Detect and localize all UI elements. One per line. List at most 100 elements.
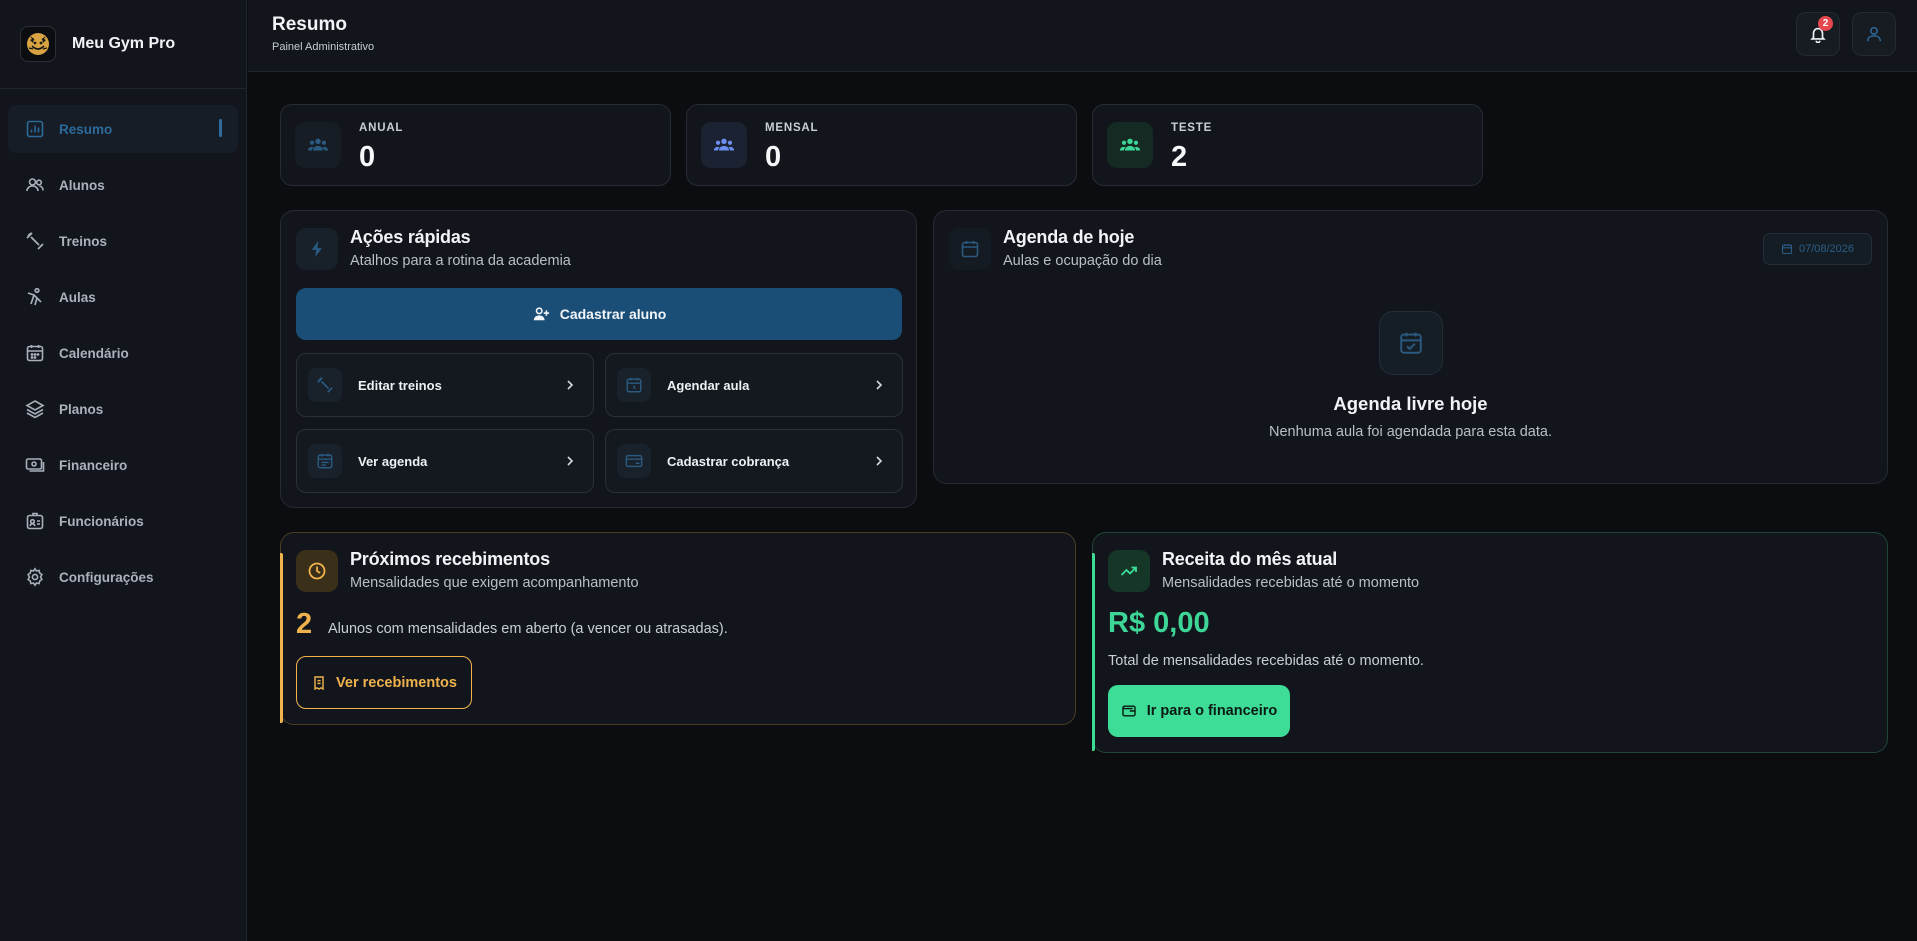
page-subtitle: Painel Administrativo xyxy=(272,41,375,53)
sidebar-item-label: Planos xyxy=(59,401,104,417)
notifications-button[interactable]: 2 xyxy=(1796,12,1840,56)
sidebar-item-treinos[interactable]: Treinos xyxy=(8,217,238,265)
quick-action-icon-box xyxy=(617,368,651,402)
open-payments-text: Alunos com mensalidades em aberto (a ven… xyxy=(328,621,728,637)
sidebar-item-label: Alunos xyxy=(59,177,105,193)
sidebar-item-label: Financeiro xyxy=(59,457,128,473)
view-payments-label: Ver recebimentos xyxy=(336,674,457,691)
date-value: 07/08/2026 xyxy=(1798,243,1855,255)
karate-icon xyxy=(27,287,42,306)
revenue-amount-subtitle: Total de mensalidades recebidas até o mo… xyxy=(1108,653,1424,669)
agenda-card: Agenda de hoje Aulas e ocupação do dia 0… xyxy=(933,210,1888,484)
notification-badge: 2 xyxy=(1818,16,1833,31)
quick-action-edit-workouts[interactable]: Editar treinos xyxy=(296,353,594,417)
calendar-small-icon xyxy=(1781,244,1793,255)
chevron-right-icon xyxy=(876,380,883,390)
profile-button[interactable] xyxy=(1852,12,1896,56)
quick-action-icon-box xyxy=(617,444,651,478)
chevron-right-icon xyxy=(567,380,574,390)
sidebar-nav: Resumo Alunos Treinos Aulas Calendário P… xyxy=(0,89,246,601)
view-payments-button[interactable]: Ver recebimentos xyxy=(296,656,472,709)
calendar-clock-icon xyxy=(626,377,642,393)
go-to-finance-button[interactable]: Ir para o financeiro xyxy=(1108,685,1290,737)
stat-icon-box xyxy=(1107,122,1153,168)
card-subtitle: Mensalidades recebidas até o momento xyxy=(1162,575,1420,591)
stat-value: 0 xyxy=(765,141,782,173)
sidebar-item-alunos[interactable]: Alunos xyxy=(8,161,238,209)
calendar-check-icon xyxy=(1400,332,1422,354)
calendar-icon xyxy=(26,345,44,362)
card-subtitle: Atalhos para a rotina da academia xyxy=(350,253,571,269)
stat-card-mensal: MENSAL 0 xyxy=(686,104,1077,186)
card-title: Ações rápidas xyxy=(350,227,471,247)
empty-state-icon-box xyxy=(1379,311,1443,375)
wallet-icon xyxy=(1121,705,1136,717)
sidebar-item-planos[interactable]: Planos xyxy=(8,385,238,433)
card-subtitle: Mensalidades que exigem acompanhamento xyxy=(350,575,639,591)
brand[interactable]: Meu Gym Pro xyxy=(0,0,246,89)
clock-icon xyxy=(308,562,326,580)
quick-action-label: Agendar aula xyxy=(667,378,750,393)
quick-action-icon-box xyxy=(308,368,342,402)
quick-action-label: Cadastrar cobrança xyxy=(667,454,790,469)
empty-state-title: Agenda livre hoje xyxy=(1333,393,1488,414)
date-picker-button[interactable]: 07/08/2026 xyxy=(1763,233,1872,265)
sidebar-item-configuracoes[interactable]: Configurações xyxy=(8,553,238,601)
brand-name: Meu Gym Pro xyxy=(72,35,176,52)
add-student-button[interactable]: Cadastrar aluno xyxy=(296,288,902,340)
gear-icon xyxy=(27,567,43,587)
sidebar-item-calendario[interactable]: Calendário xyxy=(8,329,238,377)
sidebar-item-funcionarios[interactable]: Funcionários xyxy=(8,497,238,545)
card-subtitle: Aulas e ocupação do dia xyxy=(1003,253,1162,269)
dumbbell-icon xyxy=(317,377,333,393)
users-group-icon xyxy=(713,138,735,151)
accent-bar xyxy=(280,553,283,723)
sidebar: Meu Gym Pro Resumo Alunos Treinos Aulas … xyxy=(0,0,247,941)
card-icon-box xyxy=(949,228,991,270)
stat-card-anual: ANUAL 0 xyxy=(280,104,671,186)
quick-action-label: Ver agenda xyxy=(358,454,428,469)
stat-label: TESTE xyxy=(1171,122,1213,134)
stat-icon-box xyxy=(701,122,747,168)
stat-value: 0 xyxy=(359,141,376,173)
revenue-amount: R$ 0,00 xyxy=(1108,607,1210,639)
card-title: Próximos recebimentos xyxy=(350,549,550,569)
trending-up-icon xyxy=(1120,566,1137,576)
sidebar-item-financeiro[interactable]: Financeiro xyxy=(8,441,238,489)
dumbbell-icon xyxy=(26,232,44,250)
quick-action-icon-box xyxy=(308,444,342,478)
sidebar-item-resumo[interactable]: Resumo xyxy=(8,105,238,153)
sidebar-item-label: Resumo xyxy=(59,121,113,137)
card-title: Receita do mês atual xyxy=(1162,549,1338,569)
go-to-finance-label: Ir para o financeiro xyxy=(1146,703,1278,719)
sidebar-item-label: Configurações xyxy=(59,569,154,585)
user-plus-icon xyxy=(533,307,549,321)
brand-logo xyxy=(20,26,56,62)
active-indicator xyxy=(219,119,222,137)
quick-action-view-schedule[interactable]: Ver agenda xyxy=(296,429,594,493)
sidebar-item-label: Aulas xyxy=(59,289,96,305)
card-icon-box xyxy=(296,228,338,270)
quick-action-add-charge[interactable]: Cadastrar cobrança xyxy=(605,429,903,493)
users-group-icon xyxy=(307,138,329,151)
accent-bar xyxy=(1092,553,1095,751)
add-student-label: Cadastrar aluno xyxy=(559,306,667,322)
id-badge-icon xyxy=(26,512,44,530)
card-icon-box xyxy=(1108,550,1150,592)
quick-action-schedule-class[interactable]: Agendar aula xyxy=(605,353,903,417)
empty-state-subtitle: Nenhuma aula foi agendada para esta data… xyxy=(1269,424,1552,440)
chevron-right-icon xyxy=(876,456,883,466)
monthly-revenue-card: Receita do mês atual Mensalidades recebi… xyxy=(1092,532,1888,753)
users-group-icon xyxy=(1119,138,1141,151)
money-icon xyxy=(25,458,45,472)
lightning-icon xyxy=(311,240,322,258)
sidebar-item-label: Calendário xyxy=(59,345,129,361)
receipt-icon xyxy=(314,675,324,690)
layers-icon xyxy=(25,400,45,419)
calendar-icon xyxy=(961,241,979,258)
sidebar-item-aulas[interactable]: Aulas xyxy=(8,273,238,321)
card-icon-box xyxy=(296,550,338,592)
quick-actions-card: Ações rápidas Atalhos para a rotina da a… xyxy=(280,210,917,508)
calendar-icon xyxy=(317,453,333,469)
open-payments-count: 2 xyxy=(296,608,313,640)
